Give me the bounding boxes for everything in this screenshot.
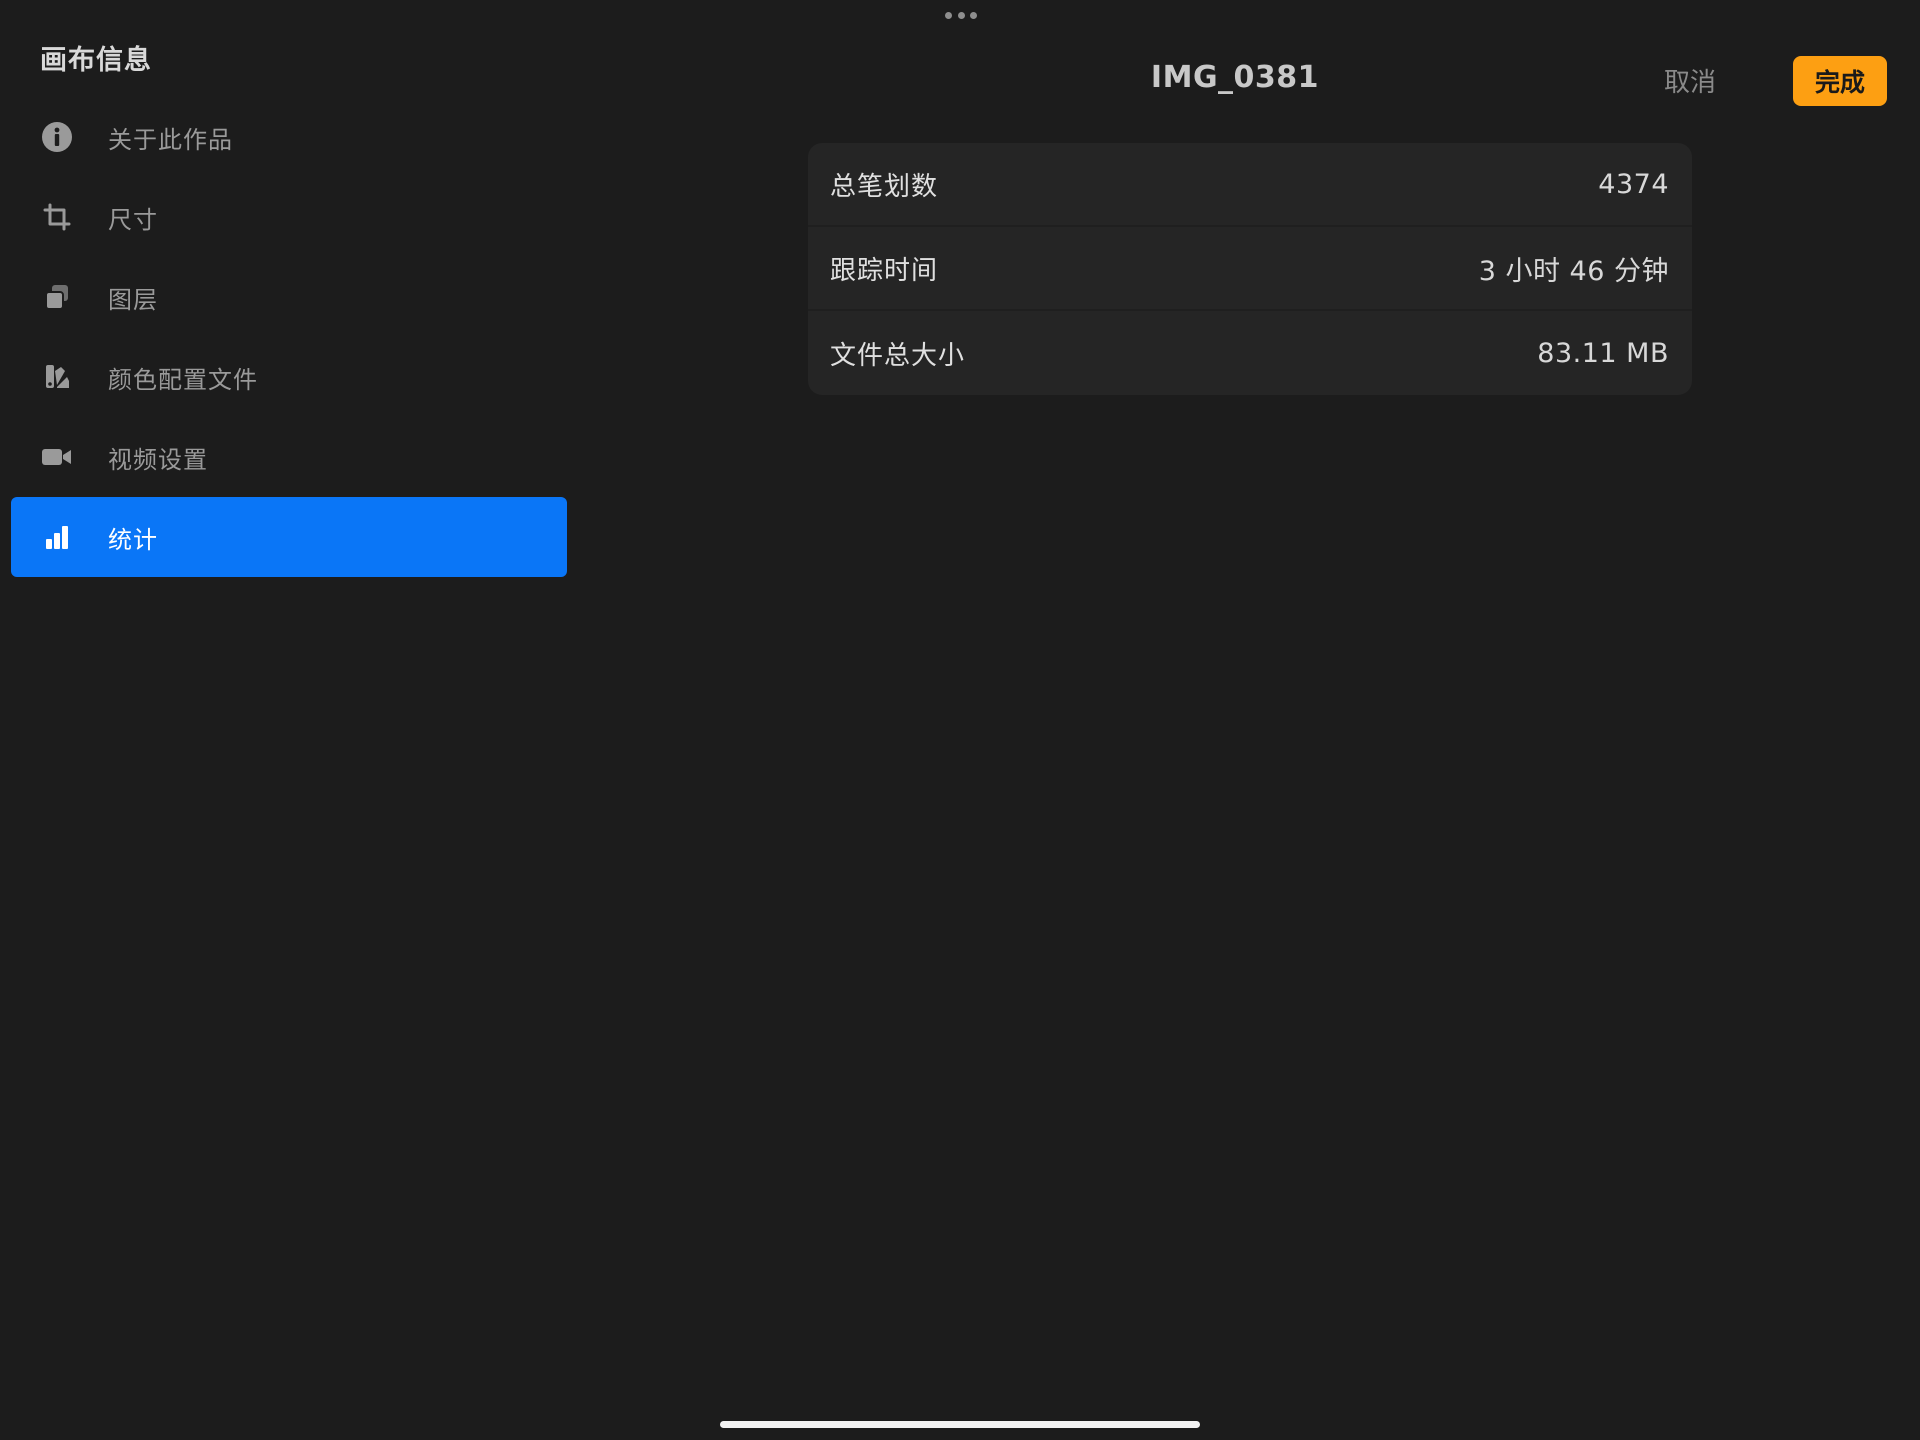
sidebar-item-layers[interactable]: 图层 bbox=[11, 257, 567, 337]
sidebar-list: 关于此作品 尺寸 图层 颜色配置文件 视频设置 统计 bbox=[11, 97, 567, 577]
sidebar-item-statistics[interactable]: 统计 bbox=[11, 497, 567, 577]
crop-icon bbox=[39, 199, 75, 235]
window-grabber[interactable] bbox=[945, 12, 977, 22]
stats-value: 83.11 MB bbox=[1537, 337, 1669, 369]
layers-icon bbox=[39, 279, 75, 315]
stats-label: 跟踪时间 bbox=[830, 255, 939, 286]
grabber-dot bbox=[970, 12, 977, 19]
video-camera-icon bbox=[39, 439, 75, 475]
sidebar-item-label: 视频设置 bbox=[108, 445, 208, 474]
done-button[interactable]: 完成 bbox=[1793, 56, 1887, 106]
home-indicator[interactable] bbox=[720, 1421, 1200, 1428]
grabber-dot bbox=[957, 12, 965, 19]
grabber-dot bbox=[945, 12, 952, 19]
sidebar-item-color-profile[interactable]: 颜色配置文件 bbox=[11, 337, 567, 417]
sidebar-title: 画布信息 bbox=[40, 45, 152, 76]
sidebar: 画布信息 关于此作品 尺寸 图层 颜色配置文件 视频设置 统计 bbox=[0, 0, 578, 1440]
canvas-info-screen: 画布信息 关于此作品 尺寸 图层 颜色配置文件 视频设置 统计 IMG_0381… bbox=[0, 0, 1920, 1440]
bar-chart-icon bbox=[39, 519, 75, 555]
stats-value: 4374 bbox=[1598, 168, 1669, 200]
cancel-button[interactable]: 取消 bbox=[1664, 62, 1716, 99]
stats-row-total-strokes: 总笔划数 4374 bbox=[808, 143, 1692, 227]
stats-label: 文件总大小 bbox=[830, 340, 966, 371]
color-profile-icon bbox=[39, 359, 75, 395]
sidebar-item-video-settings[interactable]: 视频设置 bbox=[11, 417, 567, 497]
info-icon bbox=[39, 119, 75, 155]
stats-value: 3 小时 46 分钟 bbox=[1478, 255, 1669, 287]
document-title: IMG_0381 bbox=[1150, 60, 1320, 95]
sidebar-item-about[interactable]: 关于此作品 bbox=[11, 97, 567, 177]
stats-label: 总笔划数 bbox=[830, 171, 939, 202]
sidebar-item-label: 图层 bbox=[108, 285, 158, 314]
statistics-card: 总笔划数 4374 跟踪时间 3 小时 46 分钟 文件总大小 83.11 MB bbox=[808, 143, 1692, 395]
stats-row-file-size: 文件总大小 83.11 MB bbox=[808, 311, 1692, 395]
sidebar-item-label: 尺寸 bbox=[108, 205, 158, 234]
stats-row-tracked-time: 跟踪时间 3 小时 46 分钟 bbox=[808, 227, 1692, 311]
sidebar-item-label: 颜色配置文件 bbox=[108, 365, 258, 394]
sidebar-item-label: 关于此作品 bbox=[108, 125, 233, 154]
sidebar-item-size[interactable]: 尺寸 bbox=[11, 177, 567, 257]
sidebar-item-label: 统计 bbox=[108, 525, 158, 554]
